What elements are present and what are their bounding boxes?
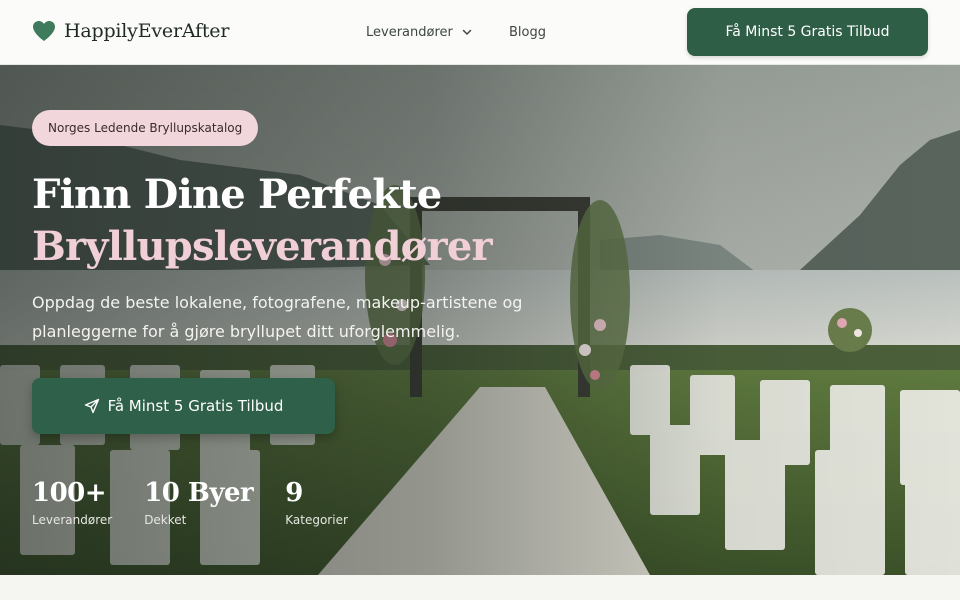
stat-label: Leverandører [32, 513, 113, 527]
send-icon [84, 398, 99, 414]
brand-logo[interactable]: HappilyEverAfter [32, 20, 229, 42]
nav-vendors-label: Leverandører [366, 24, 453, 40]
stat-value: 10 Byer [144, 478, 254, 508]
hero-stats: 100+ Leverandører 10 Byer Dekket 9 Kateg… [32, 477, 380, 527]
site-header: HappilyEverAfter Leverandører Blogg Få M… [0, 0, 960, 65]
hero-cta-label: Få Minst 5 Gratis Tilbud [107, 397, 284, 415]
stat-vendors: 100+ Leverandører [32, 477, 112, 527]
hero-title-line1: Finn Dine Perfekte [32, 171, 442, 218]
stat-label: Dekket [144, 513, 187, 527]
hero-title-line2: Bryllupsleverandører [32, 223, 493, 270]
hero-badge: Norges Ledende Bryllupskatalog [32, 110, 259, 146]
nav-blog-link[interactable]: Blogg [499, 14, 556, 50]
hero-title: Finn Dine Perfekte Bryllupsleverandører [32, 169, 493, 273]
nav-vendors-dropdown[interactable]: Leverandører [356, 14, 483, 50]
below-hero-section [0, 575, 960, 600]
get-quotes-button[interactable]: Få Minst 5 Gratis Tilbud [687, 8, 928, 56]
brand-name: HappilyEverAfter [64, 20, 230, 42]
stat-label: Kategorier [285, 513, 348, 527]
stat-categories: 9 Kategorier [285, 477, 348, 527]
chevron-down-icon [462, 29, 472, 35]
hero-subtitle: Oppdag de beste lokalene, fotografene, m… [32, 293, 523, 341]
stat-value: 9 [285, 478, 303, 508]
heart-icon [33, 21, 55, 41]
stat-value: 100+ [32, 478, 107, 508]
hero-get-quotes-button[interactable]: Få Minst 5 Gratis Tilbud [32, 378, 335, 434]
hero-section: Norges Ledende Bryllupskatalog Finn Dine… [0, 65, 960, 575]
stat-cities: 10 Byer Dekket [144, 477, 254, 527]
